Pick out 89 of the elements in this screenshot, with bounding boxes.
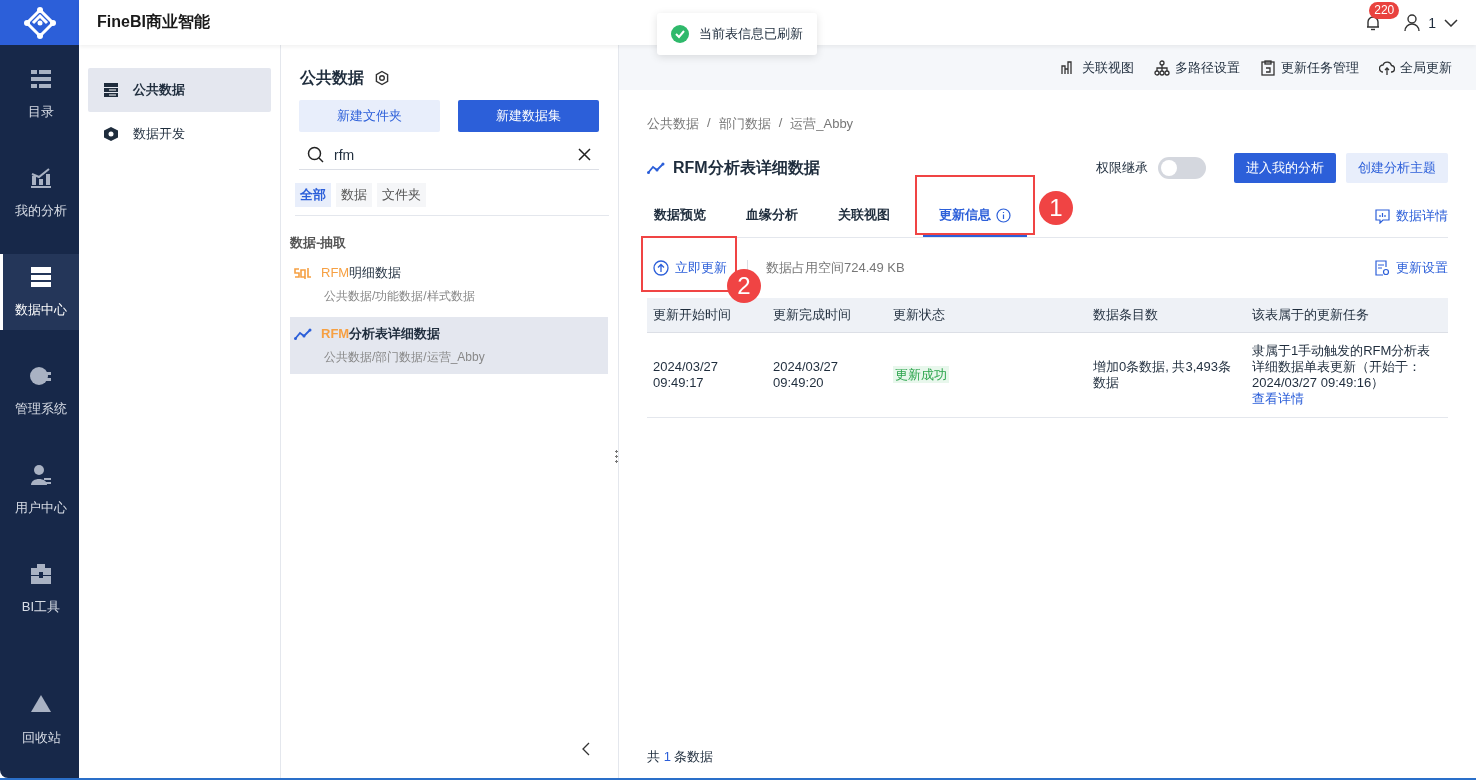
panel-title: 公共数据 bbox=[300, 67, 364, 88]
breadcrumb-separator: / bbox=[707, 115, 711, 132]
record-count: 共 1 条数据 bbox=[647, 748, 715, 766]
drag-handle[interactable] bbox=[615, 449, 618, 465]
cloud-upload-icon bbox=[1379, 59, 1395, 76]
database-icon bbox=[103, 82, 119, 98]
nav-item[interactable]: BI工具 bbox=[0, 551, 79, 627]
dataset-item[interactable]: RFM分析表详细数据 公共数据/部门数据/运营_Abby bbox=[290, 317, 608, 374]
callout-number: 1 bbox=[1039, 191, 1073, 225]
search-field[interactable]: rfm bbox=[299, 140, 599, 170]
nav-item[interactable]: 数据中心 bbox=[0, 254, 79, 330]
close-icon[interactable] bbox=[578, 148, 591, 161]
enter-analysis-button[interactable]: 进入我的分析 bbox=[1234, 153, 1336, 183]
filter-tab[interactable]: 文件夹 bbox=[377, 183, 426, 207]
toolbar-button[interactable]: 多路径设置 bbox=[1154, 58, 1240, 77]
search-input[interactable]: rfm bbox=[332, 145, 570, 164]
sql-icon bbox=[294, 267, 312, 279]
toolbar-button[interactable]: 更新任务管理 bbox=[1260, 58, 1359, 77]
toolbox-icon bbox=[29, 562, 53, 586]
dataset-path: 公共数据/部门数据/运营_Abby bbox=[323, 349, 486, 366]
cube-icon bbox=[103, 126, 119, 142]
column-header: 数据条目数 bbox=[1087, 298, 1246, 333]
document-settings-icon bbox=[1374, 260, 1390, 276]
callout-number: 2 bbox=[727, 269, 761, 303]
new-dataset-button[interactable]: 新建数据集 bbox=[458, 100, 599, 132]
view-details-link[interactable]: 查看详情 bbox=[1252, 391, 1304, 406]
dataset-name: RFM明细数据 bbox=[321, 264, 402, 282]
trend-icon bbox=[294, 328, 312, 340]
dataset-item[interactable]: RFM明细数据 公共数据/功能数据/样式数据 bbox=[290, 256, 608, 313]
check-circle-icon bbox=[671, 25, 689, 43]
create-subject-button[interactable]: 创建分析主题 bbox=[1346, 153, 1448, 183]
collapse-icon[interactable] bbox=[582, 742, 590, 756]
logo[interactable] bbox=[0, 0, 79, 45]
update-settings-link[interactable]: 更新设置 bbox=[1374, 259, 1448, 277]
table-cell: 增加0条数据, 共3,493条数据 bbox=[1093, 359, 1231, 390]
logo-icon bbox=[22, 5, 57, 40]
tab[interactable]: 血缘分析 bbox=[739, 195, 815, 237]
app-title: FineBI商业智能 bbox=[97, 12, 210, 32]
tab[interactable]: 更新信息 bbox=[923, 195, 1027, 237]
new-folder-button[interactable]: 新建文件夹 bbox=[299, 100, 440, 132]
nav-item[interactable]: 管理系统 bbox=[0, 353, 79, 429]
breadcrumb-item[interactable]: 运营_Abby bbox=[790, 115, 854, 133]
sidebar-item[interactable]: 数据开发 bbox=[88, 112, 271, 156]
column-header: 更新开始时间 bbox=[647, 298, 767, 333]
nav-item[interactable]: 目录 bbox=[0, 56, 79, 132]
column-header: 更新完成时间 bbox=[767, 298, 887, 333]
user-icon[interactable] bbox=[1404, 13, 1421, 32]
dataset-name: RFM分析表详细数据 bbox=[321, 325, 441, 343]
column-header: 该表属于的更新任务 bbox=[1246, 298, 1448, 333]
sidebar-item[interactable]: 公共数据 bbox=[88, 68, 271, 112]
hierarchy-icon bbox=[1154, 59, 1170, 76]
nav-item[interactable]: 回收站 bbox=[0, 682, 79, 758]
chart-icon bbox=[29, 166, 53, 190]
data-detail-link[interactable]: 数据详情 bbox=[1375, 195, 1448, 237]
nav-item[interactable]: 我的分析 bbox=[0, 155, 79, 231]
chart-comment-icon bbox=[1375, 208, 1390, 224]
toggle-label: 权限继承 bbox=[1096, 159, 1148, 177]
breadcrumb-separator: / bbox=[778, 115, 783, 132]
user-icon bbox=[29, 463, 53, 487]
dataset-path: 公共数据/功能数据/样式数据 bbox=[323, 288, 476, 305]
search-icon bbox=[307, 146, 324, 163]
breadcrumb-item[interactable]: 部门数据 bbox=[718, 115, 771, 133]
upload-icon bbox=[653, 260, 669, 276]
notification-badge: 220 bbox=[1369, 1, 1400, 19]
toolbar-button[interactable]: 全局更新 bbox=[1379, 58, 1452, 77]
toast-message: 当前表信息已刷新 bbox=[699, 25, 803, 43]
nav-item[interactable]: 用户中心 bbox=[0, 452, 79, 528]
group-label: 数据-抽取 bbox=[290, 234, 348, 252]
tab[interactable]: 关联视图 bbox=[831, 195, 907, 237]
clipboard-icon bbox=[1260, 59, 1276, 76]
table-cell: 2024/03/27 09:49:17 bbox=[653, 359, 719, 390]
trend-icon bbox=[647, 162, 665, 174]
toolbar-button[interactable]: 关联视图 bbox=[1061, 58, 1134, 77]
table-cell: 2024/03/27 09:49:20 bbox=[773, 359, 839, 390]
storage-info: 数据占用空间724.49 KB bbox=[766, 259, 905, 277]
breadcrumb-item[interactable]: 公共数据 bbox=[647, 115, 699, 133]
tab[interactable]: 数据预览 bbox=[647, 195, 723, 237]
chevron-down-icon[interactable] bbox=[1444, 18, 1458, 27]
list-icon bbox=[29, 67, 53, 91]
settings-icon[interactable] bbox=[374, 70, 390, 86]
dataset-title: RFM分析表详细数据 bbox=[673, 157, 820, 178]
filter-tab[interactable]: 全部 bbox=[295, 183, 331, 207]
column-header: 更新状态 bbox=[887, 298, 1087, 333]
status-tag: 更新成功 bbox=[893, 366, 949, 383]
database-icon bbox=[29, 265, 53, 289]
toggle-switch[interactable] bbox=[1158, 157, 1206, 179]
user-name[interactable]: 1 bbox=[1428, 14, 1436, 31]
filter-tab[interactable]: 数据 bbox=[336, 183, 372, 207]
table-cell-text: 隶属于1手动触发的RFM分析表详细数据单表更新（开始于：2024/03/27 09:49:16） bbox=[1252, 343, 1432, 391]
